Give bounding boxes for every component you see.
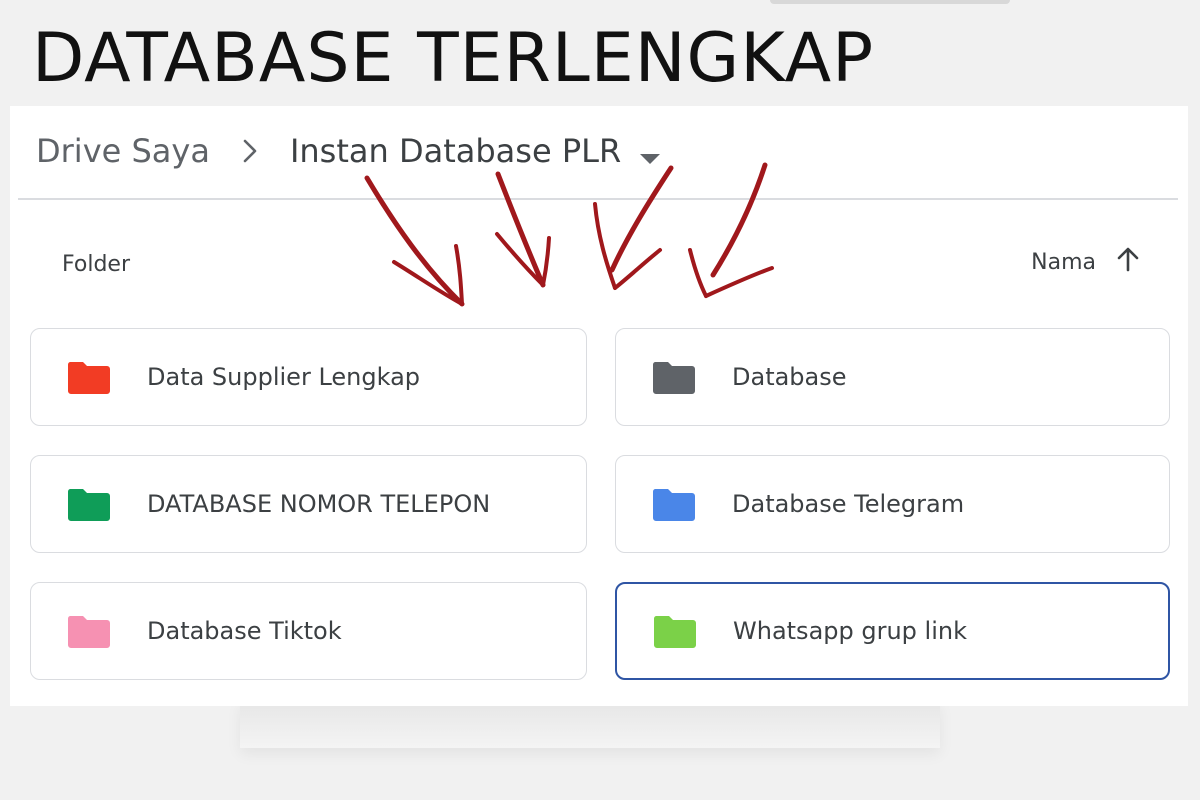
chevron-right-icon xyxy=(210,138,290,164)
folder-grid: Data Supplier Lengkap Database DATABASE NO… xyxy=(30,328,1170,680)
arrow-up-icon[interactable] xyxy=(1116,246,1140,278)
folder-card[interactable]: Whatsapp grup link xyxy=(615,582,1170,680)
folder-name: Database Telegram xyxy=(732,490,965,518)
folder-name: Database xyxy=(732,363,847,391)
folder-icon xyxy=(652,487,696,521)
folder-name: DATABASE NOMOR TELEPON xyxy=(147,490,491,518)
breadcrumb: Drive Saya Instan Database PLR xyxy=(36,126,661,176)
folder-icon xyxy=(67,614,111,648)
breadcrumb-root[interactable]: Drive Saya xyxy=(36,132,210,170)
folder-icon xyxy=(653,614,697,648)
folder-icon xyxy=(67,360,111,394)
sort-control[interactable]: Nama xyxy=(1031,246,1140,278)
folder-name: Whatsapp grup link xyxy=(733,617,967,645)
folder-card[interactable]: Database Tiktok xyxy=(30,582,587,680)
background-shadow xyxy=(240,700,940,748)
section-label-folder: Folder xyxy=(62,252,130,277)
drive-panel: Drive Saya Instan Database PLR Folder Na… xyxy=(10,106,1188,706)
headline: DATABASE TERLENGKAP xyxy=(32,19,875,98)
divider xyxy=(18,198,1178,200)
folder-card[interactable]: Database Telegram xyxy=(615,455,1170,553)
folder-card[interactable]: Data Supplier Lengkap xyxy=(30,328,587,426)
folder-card[interactable]: Database xyxy=(615,328,1170,426)
caret-down-icon[interactable] xyxy=(639,135,661,173)
folder-name: Data Supplier Lengkap xyxy=(147,363,421,391)
folder-name: Database Tiktok xyxy=(147,617,342,645)
folder-icon xyxy=(652,360,696,394)
folder-icon xyxy=(67,487,111,521)
breadcrumb-current[interactable]: Instan Database PLR xyxy=(290,132,621,170)
background-strip xyxy=(770,0,1010,4)
sort-label[interactable]: Nama xyxy=(1031,250,1096,275)
folder-card[interactable]: DATABASE NOMOR TELEPON xyxy=(30,455,587,553)
